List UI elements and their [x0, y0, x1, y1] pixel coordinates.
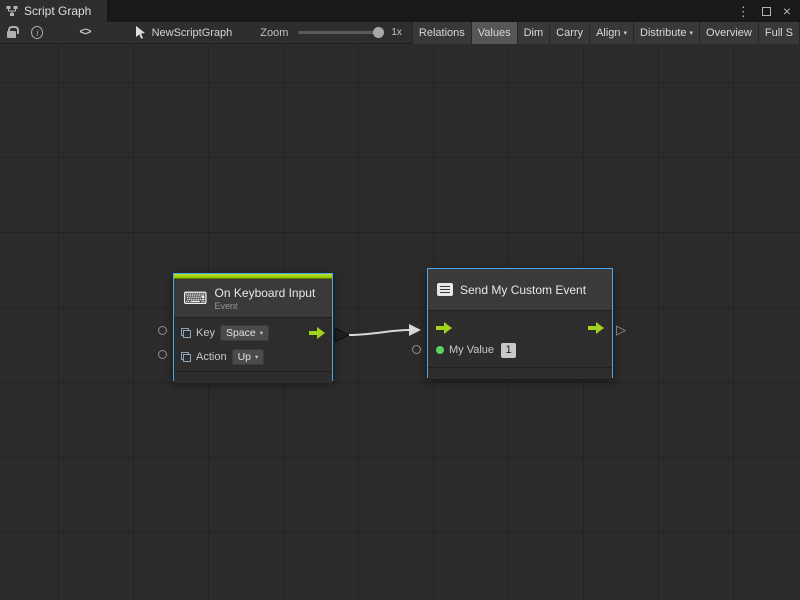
zoom-slider[interactable]	[298, 31, 383, 34]
chevron-down-icon: ▾	[690, 28, 694, 37]
toolbar-button-dim[interactable]: Dim	[518, 22, 551, 44]
toolbar-buttons: Relations Values Dim Carry Align ▾ Distr…	[412, 22, 800, 44]
my-value-input-port[interactable]	[412, 345, 421, 354]
node-body: My Value 1	[428, 311, 612, 367]
my-value-input[interactable]: 1	[501, 343, 516, 358]
menu-icon[interactable]: ⋮	[737, 5, 750, 18]
info-icon[interactable]: i	[31, 26, 43, 39]
value-dot-port-icon[interactable]	[436, 346, 444, 354]
key-dropdown[interactable]: Space ▾	[220, 325, 269, 341]
node-header[interactable]: ⌨ On Keyboard Input Event	[174, 279, 332, 317]
port-label: Key	[196, 327, 215, 339]
lock-icon[interactable]	[7, 31, 16, 38]
chevron-down-icon: ▾	[260, 328, 263, 337]
zoom-slider-knob[interactable]	[373, 27, 384, 38]
port-row-flow	[428, 317, 612, 339]
action-dropdown[interactable]: Up ▾	[232, 349, 265, 365]
port-label: Action	[196, 351, 227, 363]
node-title: On Keyboard Input	[215, 286, 316, 300]
close-icon[interactable]: ×	[783, 4, 791, 18]
toolbar-button-distribute[interactable]: Distribute ▾	[634, 22, 700, 44]
port-row-key: Key Space ▾	[174, 322, 332, 343]
toolbar: i <> NewScriptGraph Zoom 1x Relations Va…	[0, 22, 800, 44]
graph-icon	[6, 5, 18, 17]
action-input-port[interactable]	[158, 350, 167, 359]
toolbar-button-overview[interactable]: Overview	[700, 22, 759, 44]
node-title: Send My Custom Event	[460, 283, 586, 297]
port-label: My Value	[449, 344, 494, 356]
node-body: Key Space ▾ Action Up ▾	[174, 317, 332, 371]
cursor-icon[interactable]	[135, 26, 146, 39]
node-subtitle: Event	[215, 301, 316, 311]
custom-event-icon	[437, 283, 453, 296]
key-input-port[interactable]	[158, 326, 167, 335]
button-label: Carry	[556, 27, 583, 39]
button-label: Full S	[765, 27, 793, 39]
node-footer	[428, 367, 612, 379]
port-row-action: Action Up ▾	[174, 346, 332, 367]
node-on-keyboard-input[interactable]: ⌨ On Keyboard Input Event Key Space ▾ Ac…	[173, 273, 333, 381]
toolbar-button-align[interactable]: Align ▾	[590, 22, 634, 44]
window-titlebar: Script Graph ⋮ ×	[0, 0, 800, 22]
zoom-label: Zoom	[260, 27, 288, 39]
chevron-down-icon: ▾	[624, 28, 628, 37]
zoom-value: 1x	[391, 27, 402, 38]
code-icon[interactable]: <>	[79, 27, 90, 39]
button-label: Values	[478, 27, 511, 39]
value-port-icon	[181, 328, 191, 338]
button-label: Dim	[524, 27, 544, 39]
action-dropdown-value: Up	[238, 351, 251, 363]
window-controls: ⋮ ×	[737, 0, 800, 22]
port-row-my-value: My Value 1	[428, 339, 612, 361]
toolbar-button-values[interactable]: Values	[472, 22, 518, 44]
node-header[interactable]: Send My Custom Event	[428, 269, 612, 311]
toolbar-button-relations[interactable]: Relations	[412, 22, 472, 44]
flow-output-port-icon[interactable]	[588, 322, 604, 334]
keyboard-icon: ⌨	[183, 290, 208, 307]
value-port-icon	[181, 352, 191, 362]
flow-output-port-icon[interactable]	[309, 327, 325, 339]
toolbar-button-fullscreen[interactable]: Full S	[759, 22, 800, 44]
graph-canvas[interactable]	[0, 44, 800, 600]
button-label: Relations	[419, 27, 465, 39]
cursor-arrow-icon	[135, 26, 146, 39]
chevron-down-icon: ▾	[255, 352, 258, 361]
key-dropdown-value: Space	[226, 327, 256, 339]
flow-input-port-icon[interactable]	[436, 322, 452, 334]
node-send-my-custom-event[interactable]: Send My Custom Event My Value 1	[427, 268, 613, 378]
toolbar-button-carry[interactable]: Carry	[550, 22, 590, 44]
node-footer	[174, 371, 332, 383]
graph-name[interactable]: NewScriptGraph	[152, 27, 233, 39]
flow-continue-arrow-icon[interactable]: ▷	[616, 323, 626, 336]
button-label: Distribute	[640, 27, 686, 39]
tab-title: Script Graph	[24, 4, 91, 18]
maximize-icon[interactable]	[762, 7, 771, 16]
button-label: Overview	[706, 27, 752, 39]
tab-script-graph[interactable]: Script Graph	[0, 0, 107, 22]
button-label: Align	[596, 27, 620, 39]
